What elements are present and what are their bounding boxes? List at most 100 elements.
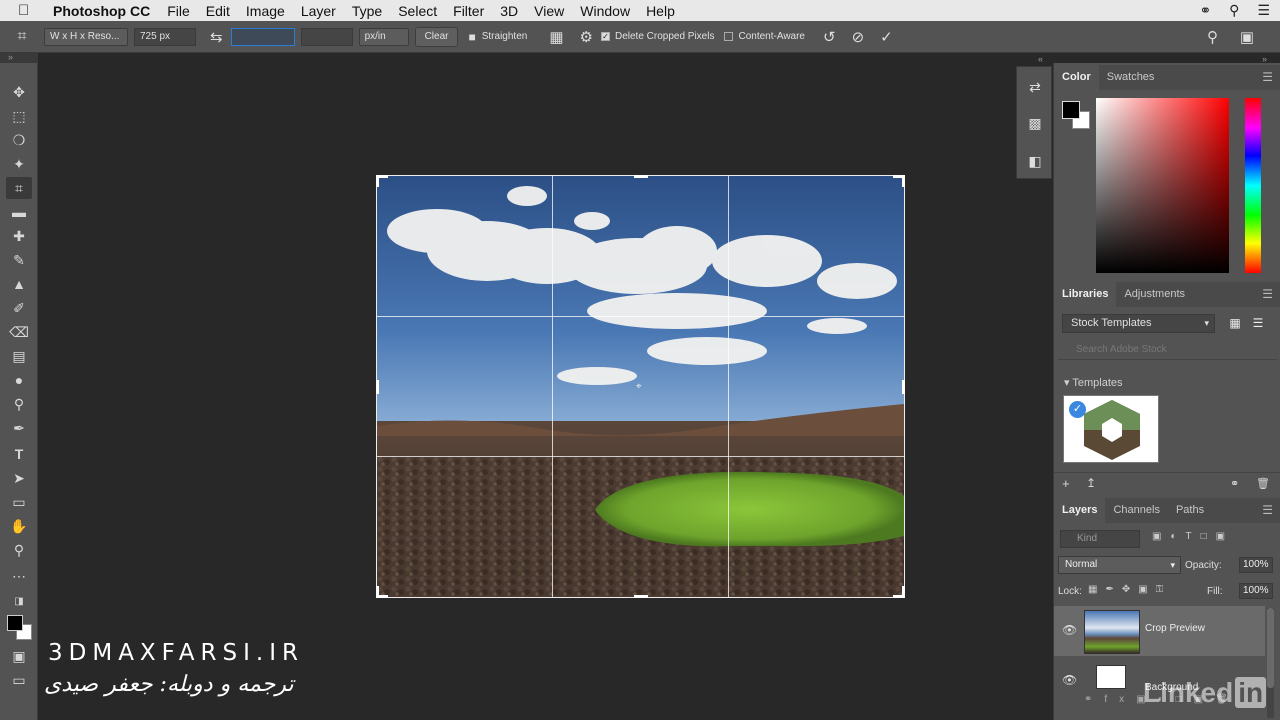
move-tool-icon[interactable]: ✥ bbox=[6, 81, 32, 103]
units-select[interactable]: px/in bbox=[358, 27, 409, 46]
lock-options-icons[interactable]: ▦✒✥▣⚿ bbox=[1088, 584, 1171, 595]
trash-icon[interactable]: 🗑 bbox=[1256, 477, 1270, 490]
tab-libraries[interactable]: Libraries bbox=[1054, 282, 1117, 307]
fill-field[interactable]: 100% bbox=[1239, 583, 1273, 599]
library-select[interactable]: Stock Templates ▾ bbox=[1062, 314, 1215, 333]
reset-colors-icon[interactable]: ◨ bbox=[6, 591, 32, 613]
crop-handle-left[interactable] bbox=[376, 380, 379, 394]
crop-handle-bottom-right-v[interactable] bbox=[902, 586, 905, 598]
layer-filter-kind[interactable]: Kind bbox=[1060, 530, 1140, 548]
templates-section-header[interactable]: ▾ Templates bbox=[1064, 376, 1123, 389]
menu-layer[interactable]: Layer bbox=[301, 3, 336, 19]
eraser-tool-icon[interactable]: ⌫ bbox=[6, 321, 32, 343]
creative-cloud-sync-icon[interactable]: ⚭ bbox=[1230, 477, 1239, 490]
menu-help[interactable]: Help bbox=[646, 3, 675, 19]
menu-filter[interactable]: Filter bbox=[453, 3, 484, 19]
clear-button[interactable]: Clear bbox=[414, 26, 459, 47]
color-picker-field[interactable] bbox=[1096, 98, 1229, 273]
height-field[interactable] bbox=[230, 27, 295, 46]
path-selection-tool-icon[interactable]: ➤ bbox=[6, 467, 32, 489]
color-panel-fg-swatch[interactable] bbox=[1062, 101, 1080, 119]
foreground-color-swatch[interactable] bbox=[7, 615, 23, 631]
tab-channels[interactable]: Channels bbox=[1105, 498, 1167, 523]
menu-edit[interactable]: Edit bbox=[206, 3, 230, 19]
history-panel-icon[interactable]: ⇄ bbox=[1025, 77, 1045, 97]
menu-3d[interactable]: 3D bbox=[500, 3, 518, 19]
app-menu[interactable]: Photoshop CC bbox=[53, 3, 150, 19]
panel-menu-icon[interactable]: ☰ bbox=[1262, 282, 1273, 307]
layer-filter-icons[interactable]: ▣◐T□▣ bbox=[1152, 531, 1234, 542]
add-to-library-icon[interactable]: + bbox=[1062, 476, 1070, 491]
type-tool-icon[interactable]: T bbox=[6, 443, 32, 465]
properties-panel-icon[interactable]: ▩ bbox=[1025, 113, 1045, 133]
menu-window[interactable]: Window bbox=[580, 3, 630, 19]
crop-handle-bottom-left-v[interactable] bbox=[376, 586, 379, 598]
settings-gear-icon[interactable]: ⚙ bbox=[580, 28, 593, 46]
ruler-tool-icon[interactable]: ▬ bbox=[6, 201, 32, 223]
resolution-field[interactable] bbox=[300, 27, 353, 46]
zoom-tool-icon[interactable]: ⚲ bbox=[6, 539, 32, 561]
crop-handle-top[interactable] bbox=[634, 175, 648, 178]
straighten-icon[interactable]: ■ bbox=[468, 30, 475, 44]
menu-file[interactable]: File bbox=[167, 3, 190, 19]
actions-panel-icon[interactable]: ◧ bbox=[1025, 151, 1045, 171]
dodge-tool-icon[interactable]: ⚲ bbox=[6, 393, 32, 415]
straighten-label[interactable]: Straighten bbox=[482, 31, 528, 42]
quick-mask-icon[interactable]: ▣ bbox=[6, 645, 32, 667]
notification-list-icon[interactable]: ☰ bbox=[1257, 2, 1270, 19]
upload-icon[interactable]: ↥ bbox=[1086, 476, 1096, 490]
gradient-tool-icon[interactable]: ▤ bbox=[6, 345, 32, 367]
visibility-eye-icon[interactable]: 👁 bbox=[1062, 673, 1077, 687]
screen-mode-icon[interactable]: ▭ bbox=[6, 669, 32, 691]
workspace-icon[interactable]: ▣ bbox=[1240, 28, 1254, 46]
tab-paths[interactable]: Paths bbox=[1168, 498, 1212, 523]
library-search-input[interactable]: Search Adobe Stock bbox=[1058, 340, 1277, 360]
reset-icon[interactable]: ↺ bbox=[823, 28, 836, 46]
blur-tool-icon[interactable]: ● bbox=[6, 369, 32, 391]
swap-dimensions-icon[interactable]: ⇆ bbox=[210, 28, 223, 46]
spotlight-search-icon[interactable]: ⚲ bbox=[1229, 2, 1239, 19]
cancel-icon[interactable]: ⊘ bbox=[852, 28, 865, 46]
opacity-field[interactable]: 100% bbox=[1239, 557, 1273, 573]
menu-image[interactable]: Image bbox=[246, 3, 285, 19]
tools-collapse-strip[interactable]: » bbox=[0, 52, 38, 63]
crop-handle-top-left-v[interactable] bbox=[376, 175, 379, 187]
healing-brush-tool-icon[interactable]: ✚ bbox=[6, 225, 32, 247]
width-field[interactable]: 725 px bbox=[134, 27, 196, 46]
creative-cloud-icon[interactable]: ⚭ bbox=[1199, 2, 1211, 19]
collapse-dock-icon[interactable]: « bbox=[1038, 54, 1043, 64]
tab-layers[interactable]: Layers bbox=[1054, 498, 1106, 523]
menu-type[interactable]: Type bbox=[352, 3, 382, 19]
ratio-preset-select[interactable]: W x H x Reso... bbox=[44, 27, 128, 46]
commit-check-icon[interactable]: ✓ bbox=[880, 28, 893, 46]
clone-stamp-tool-icon[interactable]: ▲ bbox=[6, 273, 32, 295]
menu-view[interactable]: View bbox=[534, 3, 564, 19]
layers-scrollbar[interactable] bbox=[1267, 608, 1274, 718]
tab-adjustments[interactable]: Adjustments bbox=[1116, 282, 1193, 307]
overlay-grid-icon[interactable]: ▦ bbox=[549, 28, 563, 46]
visibility-eye-icon[interactable]: 👁 bbox=[1062, 623, 1077, 637]
more-tools-icon[interactable]: ⋯ bbox=[6, 565, 32, 587]
panel-menu-icon[interactable]: ☰ bbox=[1262, 498, 1273, 523]
history-brush-tool-icon[interactable]: ✐ bbox=[6, 297, 32, 319]
tab-swatches[interactable]: Swatches bbox=[1099, 65, 1163, 90]
hand-tool-icon[interactable]: ✋ bbox=[6, 515, 32, 537]
marquee-tool-icon[interactable]: ⬚ bbox=[6, 105, 32, 127]
crop-handle-right[interactable] bbox=[902, 380, 905, 394]
menu-select[interactable]: Select bbox=[398, 3, 437, 19]
grid-view-icon[interactable]: ▦ bbox=[1225, 314, 1245, 333]
layer-row-crop-preview[interactable]: 👁 Crop Preview bbox=[1054, 606, 1265, 656]
crop-handle-top-right-v[interactable] bbox=[902, 175, 905, 187]
quick-select-tool-icon[interactable]: ✦ bbox=[6, 153, 32, 175]
rectangle-tool-icon[interactable]: ▭ bbox=[6, 491, 32, 513]
template-thumbnail[interactable]: ✓ bbox=[1063, 395, 1159, 463]
scrollbar-thumb[interactable] bbox=[1267, 608, 1274, 688]
blend-mode-select[interactable]: Normal ▾ bbox=[1058, 556, 1181, 574]
list-view-icon[interactable]: ☰ bbox=[1248, 314, 1268, 333]
tab-color[interactable]: Color bbox=[1054, 65, 1099, 90]
panel-menu-icon[interactable]: ☰ bbox=[1262, 65, 1273, 90]
apple-icon[interactable]:  bbox=[18, 2, 46, 19]
crop-tool-preset-icon[interactable]: ⌗ bbox=[0, 28, 44, 46]
crop-handle-bottom[interactable] bbox=[634, 595, 648, 598]
search-icon[interactable]: ⚲ bbox=[1207, 28, 1218, 46]
